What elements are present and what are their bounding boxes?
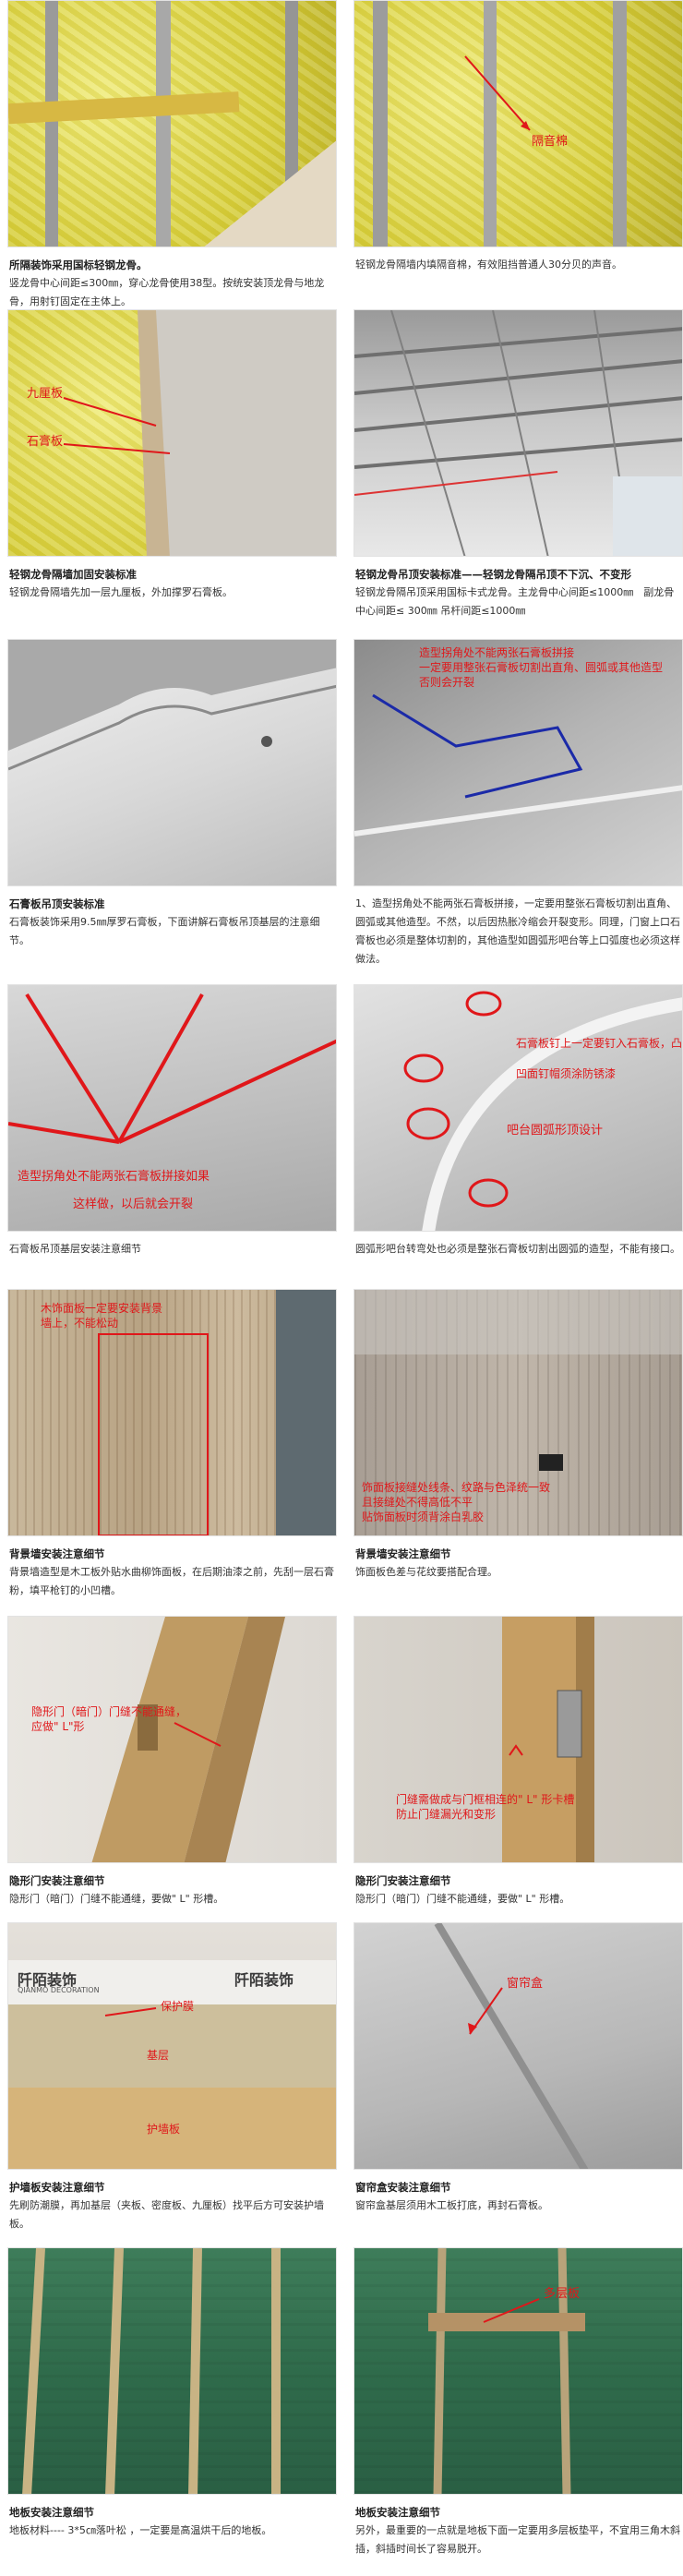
label-arc-1: 石膏板钉上一定要钉入石膏板，凸出层面不平整 — [516, 1037, 683, 1050]
item-body: 竖龙骨中心间距≤300㎜，穿心龙骨使用38型。按统安装顶龙骨与地龙骨，用射钉固定… — [9, 277, 325, 307]
photo-floor-1 — [7, 2247, 337, 2495]
item-title: 隐形门安装注意细节 — [355, 1874, 451, 1887]
page: 所隔装饰采用国标轻钢龙骨。 竖龙骨中心间距≤300㎜，穿心龙骨使用38型。按统安… — [0, 0, 683, 2576]
label-hidden-door-2-2: 防止门缝漏光和变形 — [396, 1808, 497, 1821]
photo-gypsum-ceiling — [7, 639, 337, 886]
item-body: 轻钢龙骨隔墙先加一层九厘板，外加撑罗石膏板。 — [9, 586, 233, 598]
brand-name-right: 阡陌装饰 — [234, 1971, 294, 1989]
label-bg-wall-1: 木饰面板一定要安装背景 — [41, 1302, 163, 1315]
label-sound-wool: 隔音棉 — [532, 135, 569, 149]
gypsum-base-illustration — [8, 993, 336, 1144]
photo-corner-joint: 造型拐角处不能两张石膏板拼接 一定要用整张石膏板切割出直角、圆弧或其他造型 否则… — [353, 639, 683, 886]
item-body: 1、造型拐角处不能两张石膏板拼接，一定要用整张石膏板切割出直角、圆弧或其他造型。… — [355, 897, 680, 965]
item-body: 另外，最重要的一点就是地板下面一定要用多层板垫平，不宜用三角木斜插，斜插时间长了… — [355, 2524, 680, 2555]
photo-floor-2: 多层板 — [353, 2247, 683, 2495]
corner-illustration — [354, 693, 682, 837]
photo-hidden-door-1: 隐形门（暗门）门缝不能通缝， 应做" L"形 — [7, 1616, 337, 1863]
label-corner-1: 造型拐角处不能两张石膏板拼接 — [419, 646, 575, 659]
label-arc-3: 吧台圆弧形顶设计 — [507, 1124, 604, 1138]
item-body: 石膏板吊顶基层安装注意细节 — [9, 1243, 141, 1255]
label-bg-wall-2-1: 饰面板接缝处线条、纹路与色泽统一致 — [362, 1481, 551, 1494]
item-title: 隐形门安装注意细节 — [9, 1874, 105, 1887]
label-curtain-box: 窗帘盒 — [507, 1977, 544, 1991]
photo-bg-wall-1: 木饰面板一定要安装背景 墙上，不能松动 — [7, 1289, 337, 1536]
item-title: 石膏板吊顶安装标准 — [9, 897, 105, 910]
item-body: 隐形门（暗门）门缝不能通缝，要做" L" 形槽。 — [355, 1893, 570, 1905]
item-body: 背景墙造型是木工板外贴水曲柳饰面板，在后期油漆之前，先刮一层石膏粉，填平枪钉的小… — [9, 1566, 334, 1596]
label-hidden-door-2-1: 门缝需做成与门框相连的" L" 形卡槽 — [396, 1793, 575, 1806]
item-title: 护墙板安装注意细节 — [9, 2181, 105, 2194]
item-body: 轻钢龙骨隔墙内填隔音棉，有效阻挡普通人30分贝的声音。 — [355, 259, 622, 271]
curtain-box-illustration — [434, 1923, 589, 2169]
item-title: 背景墙安装注意细节 — [355, 1547, 451, 1560]
label-bg-wall-2-3: 贴饰面板时须背涂白乳胶 — [362, 1511, 485, 1523]
photo-hidden-door-2: 门缝需做成与门框相连的" L" 形卡槽 防止门缝漏光和变形 — [353, 1616, 683, 1863]
label-corner-3: 否则会开裂 — [419, 676, 475, 689]
photo-sound-insulation: 隔音棉 — [353, 0, 683, 247]
item-body: 轻钢龙骨隔吊顶采用国标卡式龙骨。主龙骨中心间距≤1000㎜ 副龙骨中心间距≤ 3… — [355, 586, 675, 617]
label-base-1: 造型拐角处不能两张石膏板拼接如果 — [18, 1170, 210, 1184]
item-body: 圆弧形吧台转弯处也必须是整张石膏板切割出圆弧的造型，不能有接口。 — [355, 1243, 680, 1255]
label-gypsum-board: 石膏板 — [27, 435, 64, 449]
brand-subtitle: QIANMO DECORATION — [18, 1986, 100, 1994]
floor-2-illustration — [428, 2248, 585, 2494]
photo-gypsum-base: 造型拐角处不能两张石膏板拼接如果 这样做，以后就会开裂 — [7, 984, 337, 1232]
photo-ceiling-keel — [353, 309, 683, 557]
item-title: 地板安装注意细节 — [9, 2506, 94, 2519]
label-bg-wall-2-2: 且接缝处不得高低不平 — [362, 1496, 473, 1509]
label-hidden-door-2: 应做" L"形 — [31, 1720, 85, 1733]
photo-wainscot: 阡陌装饰 QIANMO DECORATION 阡陌装饰 保护膜 基层 护墙板 — [7, 1922, 337, 2170]
item-title: 窗帘盒安装注意细节 — [355, 2181, 451, 2194]
photo-wall-reinforce: 九厘板 石膏板 — [7, 309, 337, 557]
item-body: 石膏板装饰采用9.5㎜厚罗石膏板，下面讲解石膏板吊顶基层的注意细节。 — [9, 916, 320, 946]
item-title: 轻钢龙骨隔墙加固安装标准 — [9, 568, 137, 581]
ceiling-keel-illustration — [354, 310, 682, 556]
hidden-door-illustration — [91, 1617, 285, 1862]
item-body: 窗帘盒基层须用木工板打底，再封石膏板。 — [355, 2199, 548, 2211]
photo-arc-bar: 石膏板钉上一定要钉入石膏板，凸出层面不平整 凹面钉帽须涂防锈漆 吧台圆弧形顶设计 — [353, 984, 683, 1232]
item-body: 地板材料---- 3*5㎝落叶松 ，一定要是高温烘干后的地板。 — [9, 2524, 272, 2536]
item-title: 轻钢龙骨吊顶安装标准——轻钢龙骨隔吊顶不下沉、不变形 — [355, 568, 631, 581]
item-body: 隐形门（暗门）门缝不能通缝，要做" L" 形槽。 — [9, 1893, 224, 1905]
arc-bar-illustration — [403, 991, 682, 1231]
label-arc-2: 凹面钉帽须涂防锈漆 — [516, 1067, 617, 1080]
photo-steel-keel — [7, 0, 337, 247]
label-base-2: 这样做，以后就会开裂 — [73, 1198, 194, 1211]
gypsum-ceiling-illustration — [8, 640, 336, 771]
item-body: 饰面板色差与花纹要搭配合理。 — [355, 1566, 497, 1578]
label-base-layer: 基层 — [147, 2049, 170, 2062]
floor-illustration — [22, 2248, 281, 2494]
hidden-door-2-illustration — [502, 1617, 594, 1862]
reinforce-illustration — [63, 310, 336, 556]
label-bg-wall-2: 墙上，不能松动 — [41, 1317, 119, 1330]
label-protect-film: 保护膜 — [161, 2000, 195, 2013]
insulation-illustration — [373, 1, 627, 247]
label-corner-2: 一定要用整张石膏板切割出直角、圆弧或其他造型 — [419, 661, 664, 674]
photo-curtain-box: 窗帘盒 — [353, 1922, 683, 2170]
item-title: 背景墙安装注意细节 — [9, 1547, 105, 1560]
keel-illustration — [8, 1, 336, 247]
label-multi-layer: 多层板 — [544, 2287, 581, 2301]
photo-bg-wall-2: 饰面板接缝处线条、纹路与色泽统一致 且接缝处不得高低不平 贴饰面板时须背涂白乳胶 — [353, 1289, 683, 1536]
label-hidden-door-1: 隐形门（暗门）门缝不能通缝， — [31, 1705, 187, 1718]
item-title: 所隔装饰采用国标轻钢龙骨。 — [9, 259, 148, 271]
item-title: 地板安装注意细节 — [355, 2506, 440, 2519]
label-wall-panel: 护墙板 — [147, 2123, 181, 2136]
item-body: 先刷防潮膜，再加基层（夹板、密度板、九厘板）找平后方可安装护墙板。 — [9, 2199, 324, 2230]
label-nine-board: 九厘板 — [27, 387, 64, 401]
